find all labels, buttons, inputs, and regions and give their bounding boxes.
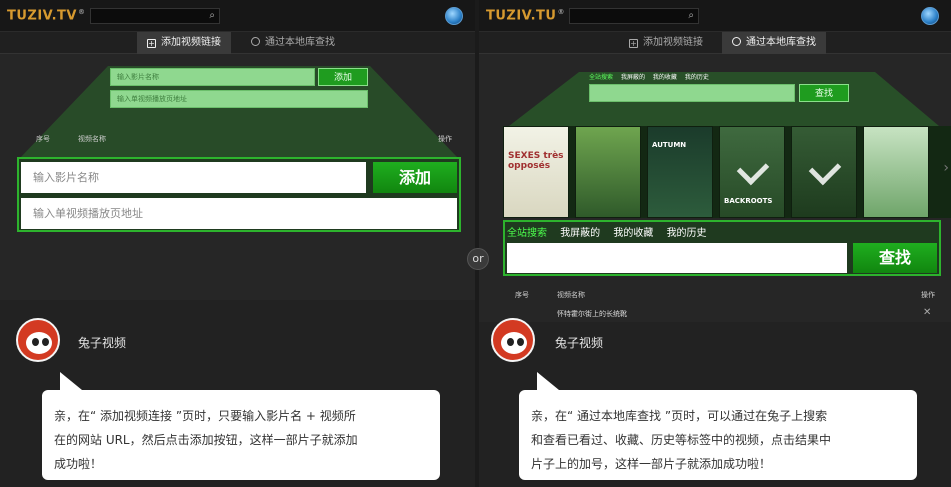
- search-button[interactable]: 查找: [853, 243, 937, 273]
- poster-card[interactable]: BACKROOTS: [719, 126, 785, 218]
- search-icon[interactable]: ⌕: [688, 10, 694, 22]
- plus-square-icon: +: [147, 39, 156, 48]
- tip-bubble: 亲，在“ 添加视频连接 ”页时，只要输入影片名 + 视频所 在的网站 URL，然…: [42, 372, 440, 480]
- mini-filter-blocked[interactable]: 我屏蔽的: [621, 74, 645, 81]
- poster-card[interactable]: AUTUMN: [647, 126, 713, 218]
- movie-name-input[interactable]: 输入影片名称: [21, 162, 366, 193]
- close-icon[interactable]: ✕: [923, 307, 931, 318]
- col-index-header: 序号: [515, 291, 529, 299]
- logo[interactable]: TUZIV.TU®: [486, 8, 565, 23]
- tab-add-link[interactable]: + 添加视频链接: [619, 32, 713, 54]
- top-bar: TUZIV.TU® ⌕: [479, 0, 951, 32]
- poster-card[interactable]: [575, 126, 641, 218]
- add-button[interactable]: 添加: [373, 162, 457, 193]
- search-input[interactable]: ⌕: [90, 8, 220, 24]
- tip-line: 在的网站 URL，然后点击添加按钮，这样一部片子就添加: [54, 433, 358, 447]
- mini-url-input[interactable]: 输入单视频播放页地址: [110, 90, 368, 108]
- video-url-input[interactable]: 输入单视频播放页地址: [21, 198, 457, 229]
- rabbit-avatar: [16, 318, 60, 362]
- user-avatar-icon[interactable]: [921, 7, 939, 25]
- plus-square-icon: +: [629, 39, 638, 48]
- col-name-header: 视频名称: [557, 291, 585, 299]
- brand-name: 兔子视频: [78, 336, 127, 350]
- mini-filter-favorites[interactable]: 我的收藏: [653, 74, 677, 81]
- filter-all[interactable]: 全站搜索: [507, 228, 547, 239]
- tab-bar: + 添加视频链接 通过本地库查找: [0, 32, 475, 54]
- add-video-form: 输入影片名称 添加 输入单视频播放页地址: [17, 157, 461, 232]
- col-index-header: 序号: [36, 135, 50, 143]
- local-search-form: 全站搜索 我屏蔽的 我的收藏 我的历史 查找: [503, 220, 941, 276]
- mini-search-button[interactable]: 查找: [799, 84, 849, 102]
- mini-filter-all[interactable]: 全站搜索: [589, 74, 613, 81]
- poster-card[interactable]: [791, 126, 857, 218]
- filter-blocked[interactable]: 我屏蔽的: [560, 228, 600, 239]
- tip-line: 片子上的加号，这样一部片子就添加成功啦！: [531, 457, 772, 471]
- filter-bar: 全站搜索 我屏蔽的 我的收藏 我的历史: [507, 224, 707, 239]
- left-panel: TUZIV.TV® ⌕ + 添加视频链接 通过本地库查找 输入影片名称 添加 输入…: [0, 0, 475, 487]
- user-avatar-icon[interactable]: [445, 7, 463, 25]
- search-input[interactable]: ⌕: [569, 8, 699, 24]
- mini-filter-bar: 全站搜索 我屏蔽的 我的收藏 我的历史: [589, 72, 709, 81]
- search-icon: [732, 37, 741, 46]
- mini-add-button[interactable]: 添加: [318, 68, 368, 86]
- col-name-header: 视频名称: [78, 135, 106, 143]
- mini-filter-history[interactable]: 我的历史: [685, 74, 709, 81]
- check-icon: [808, 152, 842, 186]
- tab-add-link[interactable]: + 添加视频链接: [137, 32, 231, 54]
- search-icon[interactable]: ⌕: [209, 10, 215, 22]
- tip-line: 亲，在“ 通过本地库查找 ”页时，可以通过在兔子上搜索: [531, 409, 828, 423]
- poster-row: SEXES très opposés AUTUMN BACKROOTS: [503, 126, 951, 218]
- tip-line: 成功啦！: [54, 457, 103, 471]
- brand-name: 兔子视频: [555, 336, 604, 350]
- row-title[interactable]: 怀特霍尔街上的长统靴: [557, 309, 627, 319]
- local-search-input[interactable]: [507, 243, 847, 273]
- poster-card[interactable]: SEXES très opposés: [503, 126, 569, 218]
- mini-search-input[interactable]: [589, 84, 795, 102]
- chevron-right-icon[interactable]: ›: [943, 160, 949, 176]
- tab-local-search[interactable]: 通过本地库查找: [722, 32, 826, 54]
- tab-local-search[interactable]: 通过本地库查找: [241, 32, 345, 54]
- poster-card[interactable]: [863, 126, 929, 218]
- tab-bar: + 添加视频链接 通过本地库查找: [479, 32, 951, 54]
- filter-favorites[interactable]: 我的收藏: [613, 228, 653, 239]
- filter-history[interactable]: 我的历史: [667, 228, 707, 239]
- tip-bubble: 亲，在“ 通过本地库查找 ”页时，可以通过在兔子上搜索 和查看已看过、收藏、历史…: [519, 372, 917, 480]
- mini-name-input[interactable]: 输入影片名称: [110, 68, 315, 86]
- tip-line: 亲，在“ 添加视频连接 ”页时，只要输入影片名 + 视频所: [54, 409, 356, 423]
- tip-line: 和查看已看过、收藏、历史等标签中的视频，点击结果中: [531, 433, 832, 447]
- check-icon: [736, 152, 770, 186]
- logo[interactable]: TUZIV.TV®: [7, 8, 85, 23]
- top-bar: TUZIV.TV® ⌕: [0, 0, 475, 32]
- col-action-header: 操作: [921, 291, 935, 299]
- search-icon: [251, 37, 260, 46]
- rabbit-avatar: [491, 318, 535, 362]
- right-panel: TUZIV.TU® ⌕ + 添加视频链接 通过本地库查找 全站搜索 我屏蔽的 我的…: [479, 0, 951, 487]
- or-divider: or: [467, 248, 489, 270]
- col-action-header: 操作: [438, 135, 452, 143]
